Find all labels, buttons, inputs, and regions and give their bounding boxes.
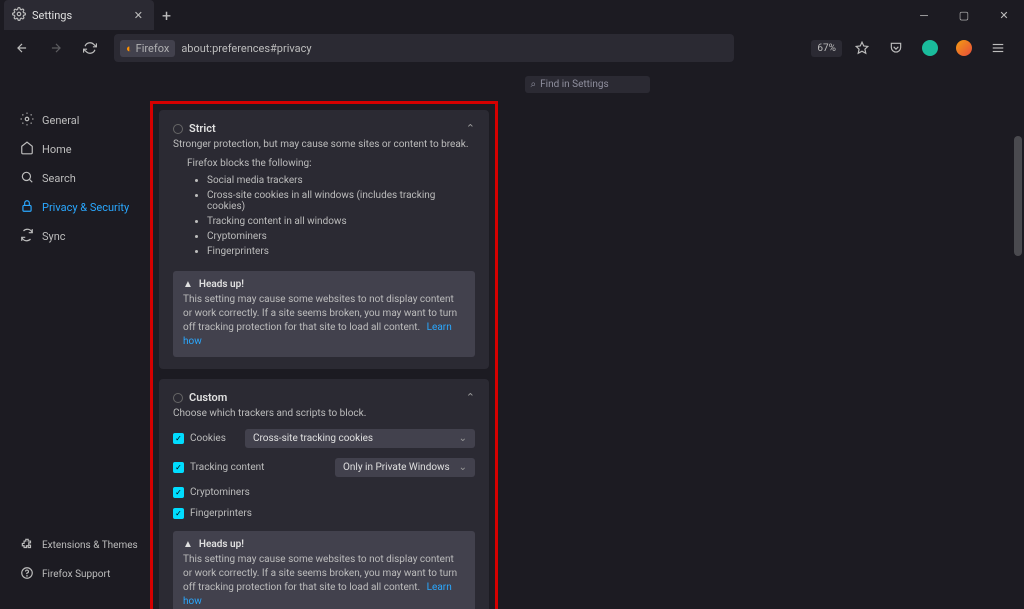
sidebar-item-label: Sync <box>42 230 66 243</box>
highlighted-region: Strict ⌃ Stronger protection, but may ca… <box>150 101 498 609</box>
finger-label: Fingerprinters <box>190 508 252 519</box>
sidebar-item-sync[interactable]: Sync <box>16 222 142 251</box>
search-icon: ⌕ <box>531 79 537 90</box>
sidebar-item-label: Search <box>42 172 76 185</box>
tracking-select-value: Only in Private Windows <box>343 462 450 473</box>
home-icon <box>20 141 34 158</box>
sidebar-item-label: General <box>42 114 79 127</box>
bullet-item: Social media trackers <box>207 173 475 188</box>
strict-bullets: Social media trackers Cross-site cookies… <box>207 173 475 259</box>
tracking-select[interactable]: Only in Private Windows ⌄ <box>335 458 475 477</box>
pocket-icon[interactable] <box>882 34 910 62</box>
sidebar-item-home[interactable]: Home <box>16 135 142 164</box>
chevron-up-icon[interactable]: ⌃ <box>466 122 475 135</box>
extension-green-dot[interactable] <box>916 34 944 62</box>
chevron-down-icon: ⌄ <box>459 462 467 473</box>
strict-title: Strict <box>189 122 216 135</box>
address-bar[interactable]: ◐ Firefox about:preferences#privacy <box>114 34 734 62</box>
finger-checkbox[interactable]: ✓ <box>173 508 184 519</box>
firefox-badge-label: Firefox <box>136 42 170 55</box>
close-window-button[interactable]: ✕ <box>984 0 1024 30</box>
sidebar-footer-support[interactable]: Firefox Support <box>16 560 142 589</box>
notice-title: Heads up! <box>199 279 244 290</box>
strict-blocks-label: Firefox blocks the following: <box>187 158 475 169</box>
bullet-item: Tracking content in all windows <box>207 214 475 229</box>
bullet-item: Cross-site cookies in all windows (inclu… <box>207 188 475 214</box>
notice-body-text: This setting may cause some websites to … <box>183 554 457 593</box>
search-icon <box>20 170 34 187</box>
sidebar-item-label: Home <box>42 143 72 156</box>
firefox-badge: ◐ Firefox <box>120 40 175 57</box>
tracking-row: ✓ Tracking content Only in Private Windo… <box>173 458 475 477</box>
firefox-icon: ◐ <box>126 42 133 55</box>
puzzle-icon <box>20 537 34 554</box>
strict-desc: Stronger protection, but may cause some … <box>173 139 475 150</box>
sidebar-item-label: Privacy & Security <box>42 201 129 214</box>
sidebar-footer-label: Extensions & Themes <box>42 540 138 551</box>
back-button[interactable] <box>8 34 36 62</box>
custom-desc: Choose which trackers and scripts to blo… <box>173 408 475 419</box>
cookies-checkbox[interactable]: ✓ <box>173 433 184 444</box>
minimize-button[interactable]: ─ <box>904 0 944 30</box>
custom-panel: Custom ⌃ Choose which trackers and scrip… <box>159 379 489 609</box>
bookmark-star-icon[interactable] <box>848 34 876 62</box>
sidebar-item-privacy[interactable]: Privacy & Security <box>16 193 142 222</box>
cookies-row: ✓ Cookies Cross-site tracking cookies ⌄ <box>173 429 475 448</box>
close-tab-icon[interactable]: ✕ <box>131 9 146 22</box>
cookies-label: Cookies <box>190 433 226 444</box>
reload-button[interactable] <box>76 34 104 62</box>
chevron-up-icon[interactable]: ⌃ <box>466 391 475 404</box>
sidebar-footer-label: Firefox Support <box>42 569 110 580</box>
scrollbar-thumb[interactable] <box>1014 136 1022 256</box>
zoom-value: 67% <box>817 43 836 54</box>
search-placeholder: Find in Settings <box>540 79 609 90</box>
finger-row: ✓ Fingerprinters <box>173 508 475 519</box>
app-menu-icon[interactable] <box>984 34 1012 62</box>
custom-title: Custom <box>189 391 227 404</box>
cookies-select-value: Cross-site tracking cookies <box>253 433 373 444</box>
settings-search-input[interactable]: ⌕ Find in Settings <box>525 76 650 93</box>
sync-icon <box>20 228 34 245</box>
extension-orange-dot[interactable] <box>950 34 978 62</box>
forward-button[interactable] <box>42 34 70 62</box>
custom-notice: ▲ Heads up! This setting may cause some … <box>173 531 475 609</box>
chevron-down-icon: ⌄ <box>459 433 467 444</box>
tracking-checkbox[interactable]: ✓ <box>173 462 184 473</box>
gear-icon <box>12 7 26 24</box>
crypto-checkbox[interactable]: ✓ <box>173 487 184 498</box>
maximize-button[interactable]: ▢ <box>944 0 984 30</box>
bullet-item: Fingerprinters <box>207 244 475 259</box>
notice-title: Heads up! <box>199 539 244 550</box>
sidebar-item-search[interactable]: Search <box>16 164 142 193</box>
zoom-indicator[interactable]: 67% <box>811 40 842 57</box>
cookies-select[interactable]: Cross-site tracking cookies ⌄ <box>245 429 475 448</box>
sidebar-item-general[interactable]: General <box>16 106 142 135</box>
lock-icon <box>20 199 34 216</box>
crypto-label: Cryptominers <box>190 487 250 498</box>
warning-icon: ▲ <box>183 539 193 550</box>
strict-panel: Strict ⌃ Stronger protection, but may ca… <box>159 110 489 369</box>
new-tab-button[interactable]: + <box>154 6 179 25</box>
help-icon <box>20 566 34 583</box>
tracking-label: Tracking content <box>190 462 264 473</box>
gear-icon <box>20 112 34 129</box>
bullet-item: Cryptominers <box>207 229 475 244</box>
strict-radio[interactable] <box>173 124 183 134</box>
url-text: about:preferences#privacy <box>181 42 311 55</box>
strict-notice: ▲ Heads up! This setting may cause some … <box>173 271 475 357</box>
browser-tab[interactable]: Settings ✕ <box>4 0 154 30</box>
crypto-row: ✓ Cryptominers <box>173 487 475 498</box>
custom-radio[interactable] <box>173 393 183 403</box>
sidebar-footer-extensions[interactable]: Extensions & Themes <box>16 531 142 560</box>
tab-title: Settings <box>32 9 125 22</box>
warning-icon: ▲ <box>183 279 193 290</box>
notice-body-text: This setting may cause some websites to … <box>183 294 457 333</box>
